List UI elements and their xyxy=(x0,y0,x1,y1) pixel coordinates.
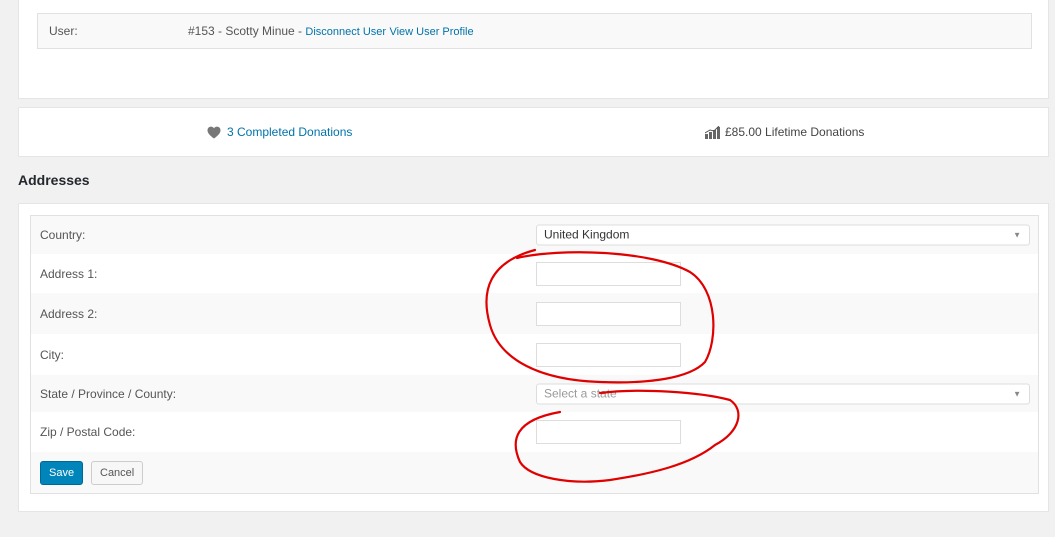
user-label: User: xyxy=(49,24,78,38)
address2-input[interactable] xyxy=(536,301,681,326)
city-input[interactable] xyxy=(536,342,681,367)
country-row: Country: United Kingdom ▼ xyxy=(31,216,1038,254)
cancel-button[interactable]: Cancel xyxy=(91,460,144,485)
addresses-panel: Country: United Kingdom ▼ Address 1: Add… xyxy=(18,203,1049,512)
form-actions-row: Save Cancel xyxy=(31,452,1038,493)
zip-input[interactable] xyxy=(536,420,681,444)
user-value: #153 - Scotty Minue - Disconnect User Vi… xyxy=(188,24,474,38)
chevron-down-icon: ▼ xyxy=(1013,389,1021,398)
lifetime-donations-label: £85.00 Lifetime Donations xyxy=(725,125,865,139)
disconnect-user-link[interactable]: Disconnect User xyxy=(305,26,386,38)
zip-row: Zip / Postal Code: xyxy=(31,412,1038,452)
lifetime-donations-stat: £85.00 Lifetime Donations xyxy=(705,125,864,139)
state-label: State / Province / County: xyxy=(40,386,177,401)
address2-row: Address 2: xyxy=(31,293,1038,334)
heart-icon xyxy=(207,126,221,138)
chart-icon xyxy=(705,125,720,139)
address1-label: Address 1: xyxy=(40,266,98,281)
country-select-value: United Kingdom xyxy=(544,227,630,242)
user-id-name: #153 - Scotty Minue - xyxy=(188,24,306,38)
save-button[interactable]: Save xyxy=(40,460,84,485)
address1-input[interactable] xyxy=(536,261,681,286)
country-label: Country: xyxy=(40,228,86,242)
state-select-placeholder: Select a state xyxy=(544,386,617,400)
addresses-heading: Addresses xyxy=(18,172,90,188)
user-row: User: #153 - Scotty Minue - Disconnect U… xyxy=(37,13,1032,49)
completed-donations-label: 3 Completed Donations xyxy=(227,125,353,139)
address-form: Country: United Kingdom ▼ Address 1: Add… xyxy=(30,215,1039,494)
country-select[interactable]: United Kingdom ▼ xyxy=(536,224,1030,246)
donation-stats-panel: 3 Completed Donations £85.00 Lifetime Do… xyxy=(18,107,1049,157)
completed-donations-stat[interactable]: 3 Completed Donations xyxy=(207,125,352,139)
user-panel: User: #153 - Scotty Minue - Disconnect U… xyxy=(18,0,1049,99)
view-user-profile-link[interactable]: View User Profile xyxy=(389,26,473,38)
state-select[interactable]: Select a state ▼ xyxy=(536,383,1030,404)
address2-label: Address 2: xyxy=(40,306,98,321)
chevron-down-icon: ▼ xyxy=(1013,230,1021,240)
city-row: City: xyxy=(31,334,1038,375)
state-row: State / Province / County: Select a stat… xyxy=(31,375,1038,412)
city-label: City: xyxy=(40,347,64,362)
address1-row: Address 1: xyxy=(31,254,1038,293)
zip-label: Zip / Postal Code: xyxy=(40,425,136,439)
